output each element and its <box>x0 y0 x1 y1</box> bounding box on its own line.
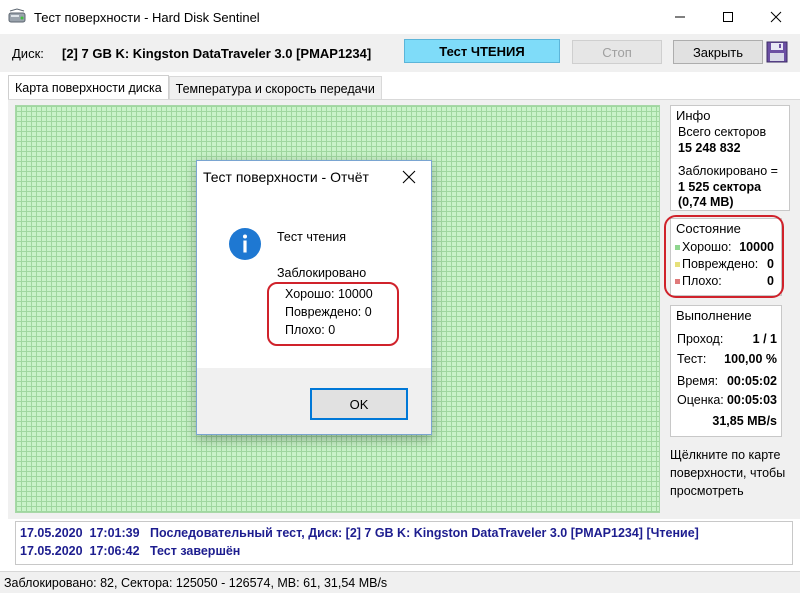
estimate-label: Оценка: <box>677 393 724 407</box>
log-date: 17.05.2020 <box>20 544 83 558</box>
log-entry: 17.05.2020 17:01:39 Последовательный тес… <box>20 526 699 540</box>
title-bar: Тест поверхности - Hard Disk Sentinel <box>0 0 800 34</box>
info-title: Инфо <box>676 108 711 123</box>
log-text: Последовательный тест, Диск: [2] 7 GB K:… <box>149 526 699 540</box>
log-text: Тест завершён <box>149 544 241 558</box>
test-label: Тест: <box>677 352 707 366</box>
dialog-blocked-label: Заблокировано <box>277 266 367 280</box>
ok-button[interactable]: OK <box>310 388 408 420</box>
blocked-sectors: 1 525 сектора <box>678 180 762 194</box>
blocked-label: Заблокировано = <box>678 164 778 178</box>
read-test-button[interactable]: Тест ЧТЕНИЯ <box>404 39 560 63</box>
log-entry: 17.05.2020 17:06:42 Тест завершён <box>20 544 240 558</box>
information-icon <box>229 228 261 260</box>
tab-bar: Карта поверхности диска Температура и ск… <box>8 75 382 100</box>
tab-temperature-speed[interactable]: Температура и скорость передачи <box>168 76 382 100</box>
estimate-value: 00:05:03 <box>726 393 777 407</box>
log-time: 17:01:39 <box>89 526 140 540</box>
dialog-close-icon[interactable] <box>401 169 417 185</box>
status-bar: Заблокировано: 82, Сектора: 125050 - 126… <box>0 571 800 593</box>
dialog-title-bar: Тест поверхности - Отчёт <box>197 161 431 192</box>
surface-map-hint: Щёлкните по карте поверхности, чтобы про… <box>670 448 786 498</box>
execution-group: Выполнение Проход: 1 / 1 Тест: 100,00 % … <box>670 305 782 437</box>
state-highlight-ring <box>664 215 784 298</box>
total-sectors-label: Всего секторов <box>678 125 767 139</box>
pass-label: Проход: <box>677 332 724 346</box>
log-time: 17:06:42 <box>89 544 140 558</box>
test-value: 100,00 % <box>724 352 777 366</box>
tab-surface-map[interactable]: Карта поверхности диска <box>8 75 169 100</box>
log-date: 17.05.2020 <box>20 526 83 540</box>
time-label: Время: <box>677 374 719 388</box>
speed-value: 31,85 MB/s <box>712 414 777 428</box>
close-icon <box>770 11 782 23</box>
close-window-button[interactable] <box>752 0 800 34</box>
maximize-button[interactable] <box>704 0 752 34</box>
execution-title: Выполнение <box>676 308 752 323</box>
total-sectors-value: 15 248 832 <box>678 141 741 155</box>
maximize-icon <box>723 12 733 22</box>
minimize-button[interactable] <box>656 0 704 34</box>
event-log[interactable]: 17.05.2020 17:01:39 Последовательный тес… <box>15 521 793 565</box>
report-dialog: Тест поверхности - Отчёт Тест чтения Заб… <box>196 160 432 435</box>
window-title: Тест поверхности - Hard Disk Sentinel <box>34 9 260 25</box>
disk-label: Диск: <box>12 46 44 61</box>
close-button[interactable]: Закрыть <box>673 40 763 64</box>
dialog-test-type: Тест чтения <box>277 230 347 244</box>
save-icon[interactable] <box>766 41 788 63</box>
hard-disk-sentinel-icon <box>8 8 26 23</box>
toolbar: Диск: [2] 7 GB K: Kingston DataTraveler … <box>0 34 800 72</box>
minimize-icon <box>675 16 685 18</box>
status-text: Заблокировано: 82, Сектора: 125050 - 126… <box>4 576 388 590</box>
blocked-mb: (0,74 MB) <box>678 195 734 209</box>
disk-value: [2] 7 GB K: Kingston DataTraveler 3.0 [P… <box>62 46 372 61</box>
stop-button[interactable]: Стоп <box>572 40 662 64</box>
dialog-title: Тест поверхности - Отчёт <box>203 169 369 185</box>
pass-value: 1 / 1 <box>752 332 777 346</box>
info-group: Инфо Всего секторов 15 248 832 Заблокиро… <box>670 105 790 211</box>
time-value: 00:05:02 <box>726 374 777 388</box>
dialog-highlight-ring <box>267 282 399 346</box>
